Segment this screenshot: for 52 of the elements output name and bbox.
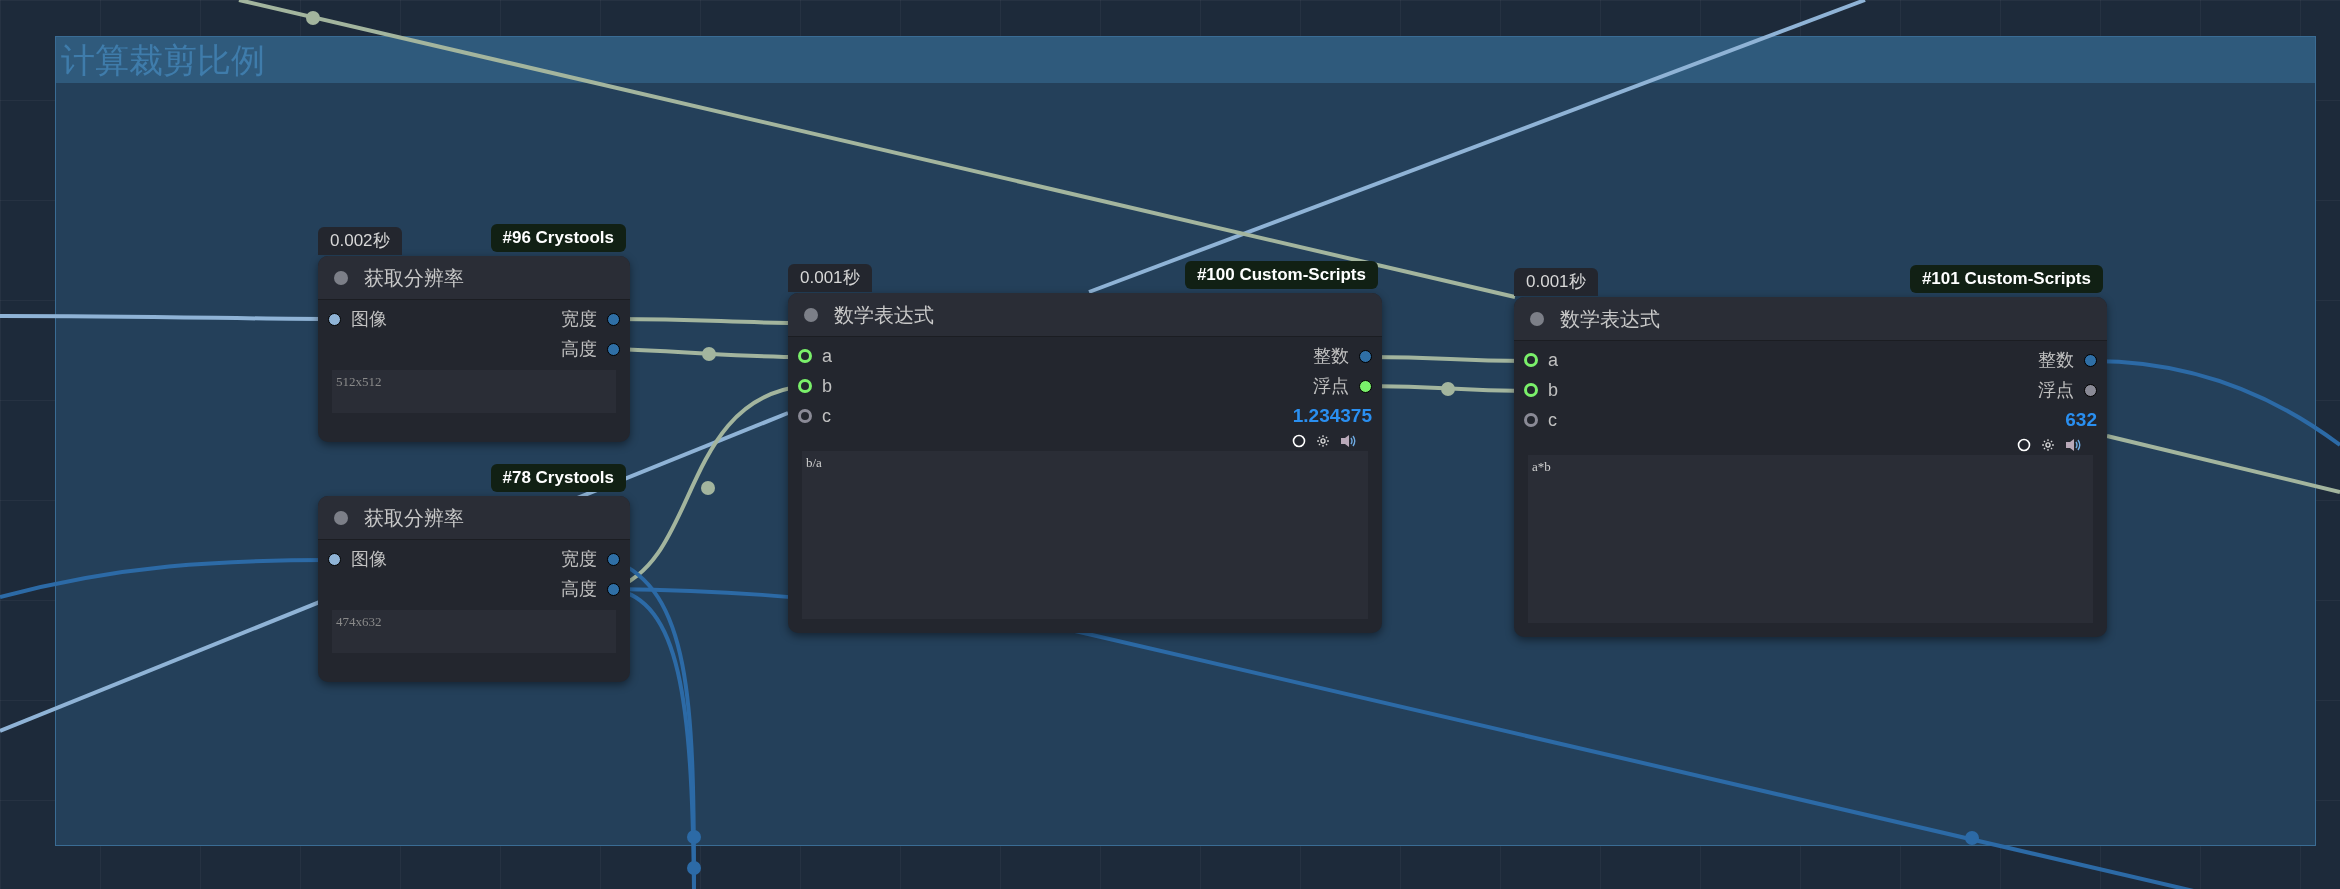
- input-label: c: [822, 404, 831, 428]
- timing-badge: 0.002秒: [318, 227, 402, 255]
- timing-badge: 0.001秒: [788, 264, 872, 292]
- output-label: 宽度: [561, 547, 597, 571]
- wire-dot: [701, 481, 715, 495]
- input-label: b: [822, 374, 832, 398]
- output-label: 浮点: [2038, 378, 2074, 402]
- node-title: 数学表达式: [834, 302, 934, 328]
- output-label: 高度: [561, 577, 597, 601]
- node-header[interactable]: 获取分辨率: [318, 496, 630, 540]
- node-tag: #100 Custom-Scripts: [1184, 261, 1378, 289]
- node-title: 获取分辨率: [364, 265, 464, 291]
- wire-dot: [306, 11, 320, 25]
- input-label: a: [822, 344, 832, 368]
- wire-dot: [687, 830, 701, 844]
- timing-badge: 0.001秒: [1514, 268, 1598, 296]
- wire-dot: [702, 347, 716, 361]
- node-tag: #101 Custom-Scripts: [1909, 265, 2103, 293]
- input-label: b: [1548, 378, 1558, 402]
- speaker-icon[interactable]: [2065, 438, 2081, 452]
- node-header[interactable]: 数学表达式: [788, 293, 1382, 337]
- expression-field[interactable]: a*b: [1528, 455, 2093, 623]
- output-label: 高度: [561, 337, 597, 361]
- input-label: 图像: [351, 307, 387, 331]
- result-value: 632: [2065, 407, 2097, 432]
- input-label: a: [1548, 348, 1558, 372]
- output-label: 浮点: [1313, 374, 1349, 398]
- resolution-text-field[interactable]: 474x632: [332, 610, 616, 653]
- input-slot-icon[interactable]: [1524, 413, 1538, 427]
- node-title: 获取分辨率: [364, 505, 464, 531]
- gear-icon[interactable]: [1316, 434, 1330, 448]
- circle-icon[interactable]: [1292, 434, 1306, 448]
- expression-field[interactable]: b/a: [802, 451, 1368, 619]
- node-header[interactable]: 获取分辨率: [318, 256, 630, 300]
- wire-dot: [687, 861, 701, 875]
- node-title: 数学表达式: [1560, 306, 1660, 332]
- input-slot-icon[interactable]: [798, 409, 812, 423]
- input-label: 图像: [351, 547, 387, 571]
- node-tag: #96 Crystools: [490, 224, 626, 252]
- node-tag: #78 Crystools: [490, 464, 626, 492]
- resolution-text-field[interactable]: 512x512: [332, 370, 616, 413]
- result-value: 1.234375: [1292, 403, 1372, 428]
- output-label: 宽度: [561, 307, 597, 331]
- input-label: c: [1548, 408, 1557, 432]
- circle-icon[interactable]: [2017, 438, 2031, 452]
- output-label: 整数: [2038, 348, 2074, 372]
- output-label: 整数: [1313, 344, 1349, 368]
- wire-dot: [1441, 382, 1455, 396]
- wire-dot: [1965, 831, 1979, 845]
- gear-icon[interactable]: [2041, 438, 2055, 452]
- node-header[interactable]: 数学表达式: [1514, 297, 2107, 341]
- speaker-icon[interactable]: [1340, 434, 1356, 448]
